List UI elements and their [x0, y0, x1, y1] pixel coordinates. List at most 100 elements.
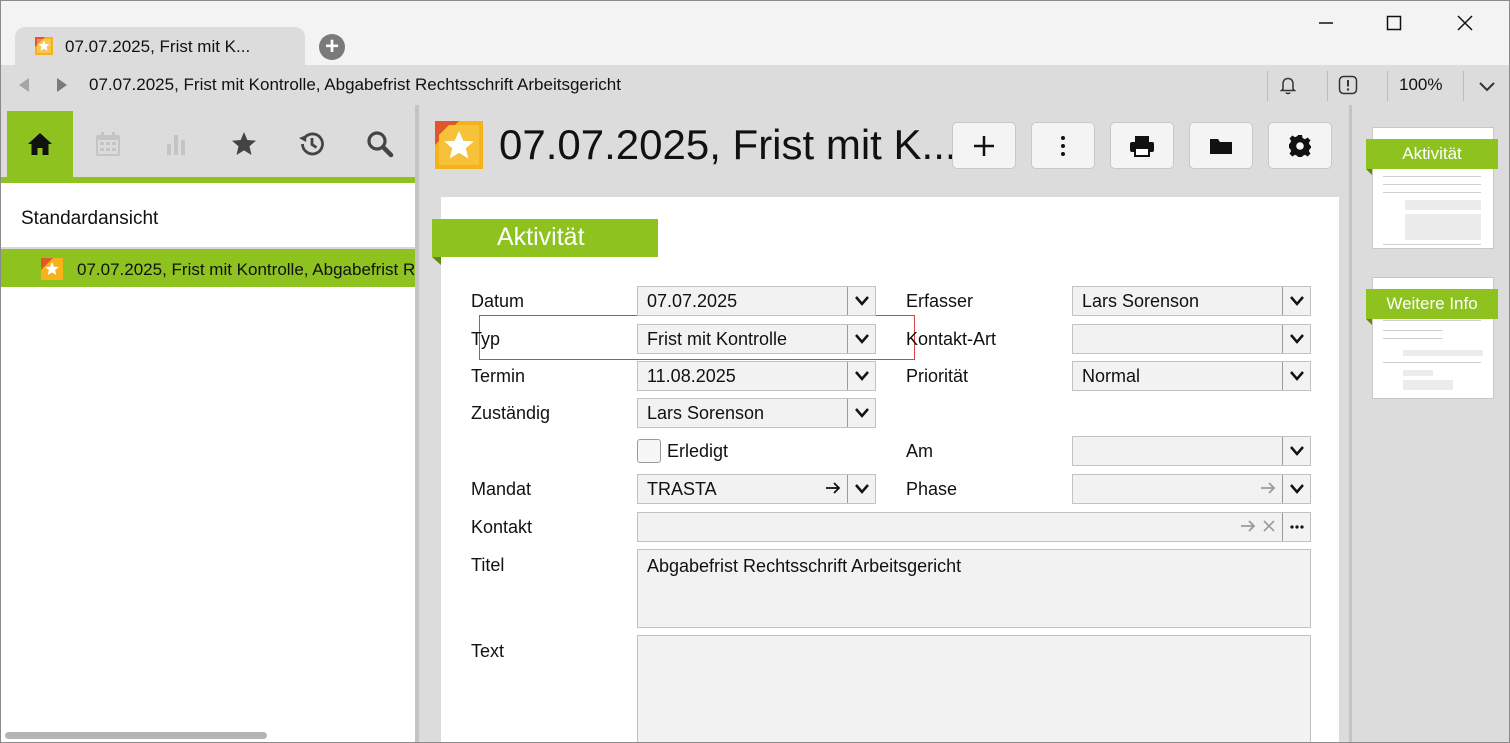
minimize-icon [1319, 22, 1333, 24]
address-bar: 07.07.2025, Frist mit Kontrolle, Abgabef… [1, 65, 1509, 105]
zustaendig-field[interactable]: Lars Sorenson [637, 398, 876, 428]
nav-search[interactable] [347, 111, 413, 177]
zustaendig-label: Zuständig [471, 403, 551, 423]
text-field[interactable] [637, 635, 1311, 742]
kontakt-label: Kontakt [471, 517, 533, 537]
horizontal-scrollbar[interactable] [5, 732, 267, 739]
mandat-dropdown[interactable] [847, 475, 875, 503]
termin-field[interactable]: 11.08.2025 [637, 361, 876, 391]
datum-dropdown[interactable] [847, 287, 875, 315]
phase-label: Phase [906, 479, 958, 499]
termin-label: Termin [471, 366, 526, 386]
chevron-down-icon [854, 484, 869, 494]
activity-star-icon [435, 121, 483, 169]
back-arrow-icon[interactable] [17, 77, 31, 93]
activity-star-icon [35, 37, 53, 55]
termin-dropdown[interactable] [847, 362, 875, 390]
close-button[interactable] [1445, 7, 1485, 41]
arrow-right-icon[interactable] [1240, 518, 1256, 534]
nav-favorites[interactable] [211, 111, 277, 177]
vertical-dots-icon [1061, 135, 1065, 156]
phase-field[interactable] [1072, 474, 1311, 504]
bell-icon[interactable] [1277, 74, 1299, 96]
arrow-right-icon[interactable] [1260, 480, 1276, 496]
left-nav [1, 105, 415, 183]
minimize-button[interactable] [1306, 7, 1346, 41]
text-label: Text [471, 641, 505, 661]
star-icon [232, 132, 256, 155]
nav-calendar[interactable] [75, 111, 141, 177]
zoom-level[interactable]: 100% [1399, 75, 1442, 95]
forward-arrow-icon[interactable] [55, 77, 69, 93]
nav-home[interactable] [7, 111, 73, 177]
separator [1267, 71, 1268, 101]
list-item[interactable]: 07.07.2025, Frist mit Kontrolle, Abgabef… [1, 249, 415, 287]
tab-bar: 07.07.2025, Frist mit K... + [1, 1, 1509, 67]
chevron-down-icon [854, 334, 869, 344]
close-icon [1457, 15, 1473, 31]
kontakt-art-dropdown[interactable] [1282, 325, 1310, 353]
folder-button[interactable] [1189, 122, 1253, 169]
erledigt-checkbox[interactable] [637, 439, 661, 463]
arrow-right-icon[interactable] [825, 480, 841, 496]
home-icon [28, 133, 52, 155]
printer-icon [1130, 135, 1154, 157]
activity-form-card: Aktivität Datum 07.07.2025 Typ Frist mit… [432, 197, 1339, 742]
datum-value: 07.07.2025 [647, 291, 738, 311]
maximize-button[interactable] [1374, 7, 1414, 41]
document-tab[interactable]: 07.07.2025, Frist mit K... [15, 27, 305, 67]
prioritaet-dropdown[interactable] [1282, 362, 1310, 390]
kontakt-more-button[interactable] [1282, 513, 1310, 541]
chevron-down-icon[interactable] [1476, 76, 1498, 98]
typ-field[interactable]: Frist mit Kontrolle [637, 324, 876, 354]
view-title[interactable]: Standardansicht [21, 208, 158, 230]
chevron-down-icon [854, 296, 869, 306]
erfasser-dropdown[interactable] [1282, 287, 1310, 315]
erfasser-label: Erfasser [906, 291, 974, 311]
titel-label: Titel [471, 555, 505, 575]
erledigt-label: Erledigt [667, 441, 729, 461]
mandat-field[interactable]: TRASTA [637, 474, 876, 504]
titel-value: Abgabefrist Rechtsschrift Arbeitsgericht [647, 556, 962, 576]
am-field[interactable] [1072, 436, 1311, 466]
prioritaet-field[interactable]: Normal [1072, 361, 1311, 391]
prioritaet-label: Priorität [906, 366, 969, 386]
chevron-down-icon [1289, 446, 1304, 456]
add-button[interactable] [952, 122, 1016, 169]
section-title: Aktivität [432, 219, 658, 265]
thumbnail-label: Weitere Info [1366, 289, 1498, 325]
right-thumbnail-panel: Aktivität Weitere Info [1349, 105, 1509, 742]
maximize-icon [1386, 15, 1402, 31]
settings-button[interactable] [1268, 122, 1332, 169]
erfasser-value: Lars Sorenson [1082, 291, 1200, 311]
am-dropdown[interactable] [1282, 437, 1310, 465]
separator [1463, 71, 1464, 101]
zustaendig-dropdown[interactable] [847, 399, 875, 427]
titel-field[interactable]: Abgabefrist Rechtsschrift Arbeitsgericht [637, 549, 1311, 628]
address-text: 07.07.2025, Frist mit Kontrolle, Abgabef… [89, 75, 621, 94]
thumbnail-label: Aktivität [1366, 139, 1498, 175]
nav-statistics[interactable] [143, 111, 209, 177]
am-label: Am [906, 441, 933, 461]
new-tab-plus-icon[interactable]: + [319, 34, 345, 60]
chevron-down-icon [1289, 296, 1304, 306]
clear-icon[interactable] [1261, 518, 1277, 534]
print-button[interactable] [1110, 122, 1174, 169]
typ-dropdown[interactable] [847, 325, 875, 353]
phase-dropdown[interactable] [1282, 475, 1310, 503]
kontakt-field[interactable] [637, 512, 1311, 542]
calendar-icon [96, 132, 120, 156]
typ-label: Typ [471, 329, 501, 349]
alert-icon[interactable] [1337, 74, 1359, 96]
kontakt-art-field[interactable] [1072, 324, 1311, 354]
kontakt-art-label: Kontakt-Art [906, 329, 997, 349]
datum-field[interactable]: 07.07.2025 [637, 286, 876, 316]
more-button[interactable] [1031, 122, 1095, 169]
erfasser-field[interactable]: Lars Sorenson [1072, 286, 1311, 316]
list-item-label: 07.07.2025, Frist mit Kontrolle, Abgabef… [77, 260, 415, 279]
separator [1327, 71, 1328, 101]
prioritaet-value: Normal [1082, 366, 1141, 386]
ellipsis-icon [1289, 525, 1304, 529]
nav-history[interactable] [279, 111, 345, 177]
mandat-value: TRASTA [647, 479, 717, 499]
